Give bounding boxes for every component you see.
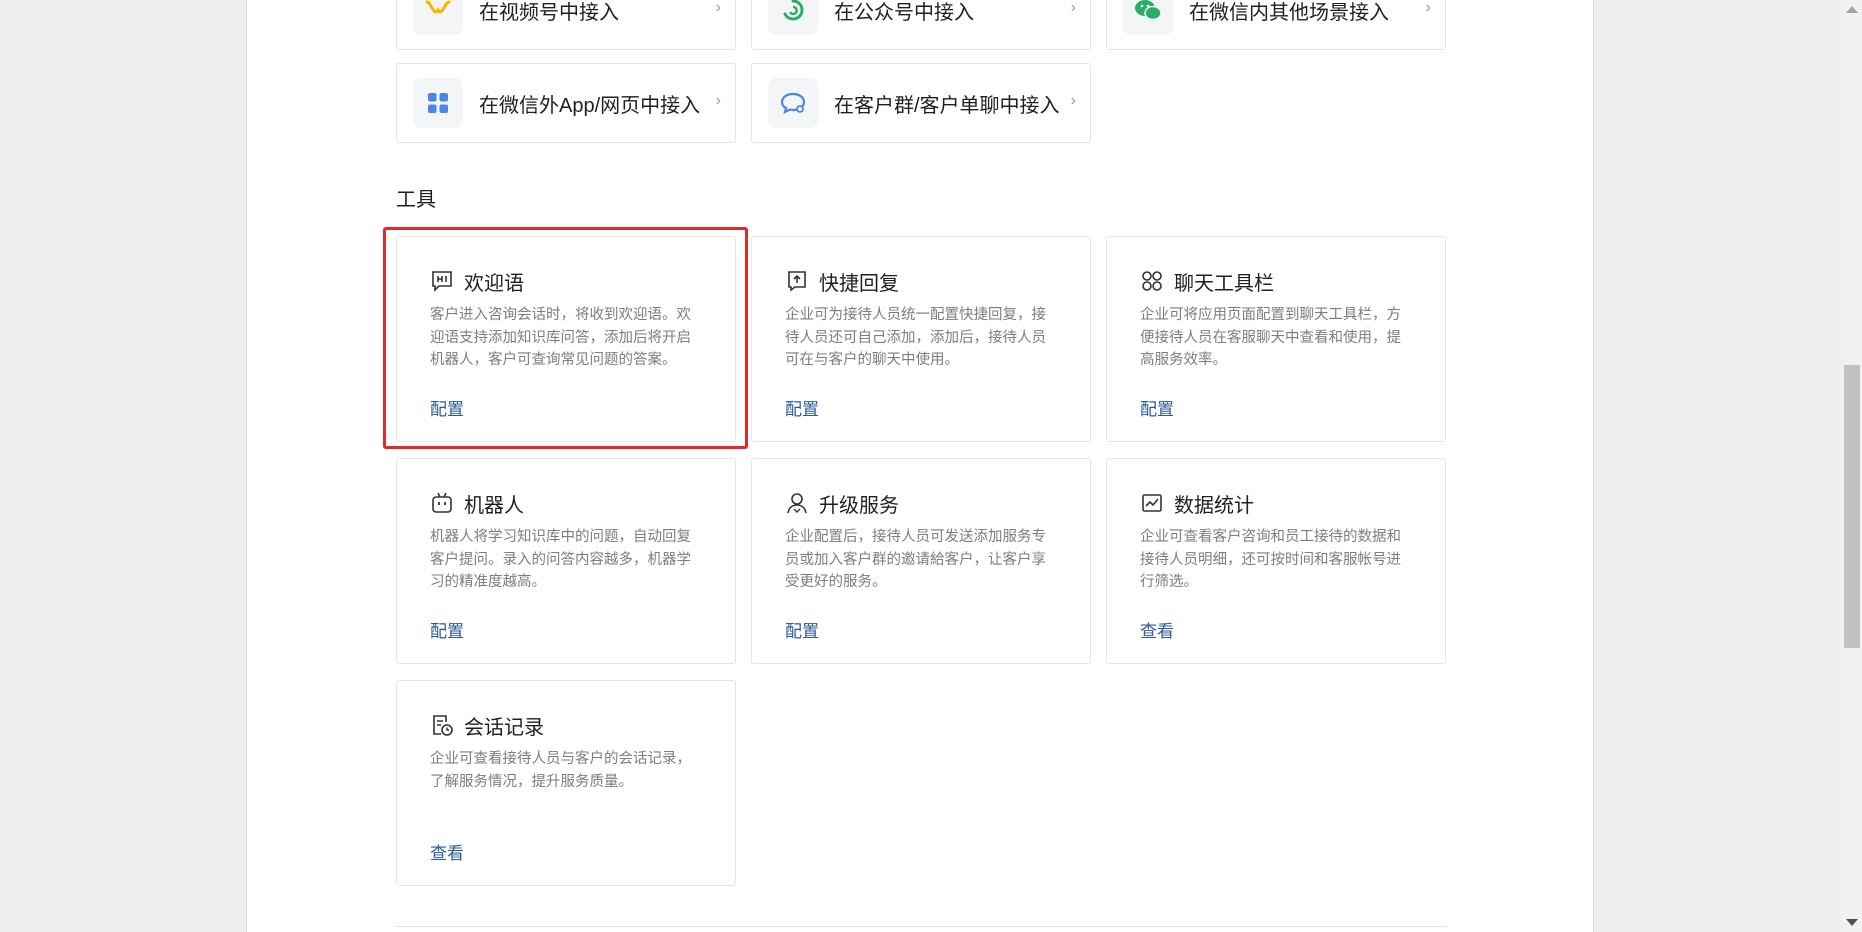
view-link[interactable]: 查看	[1140, 617, 1174, 642]
entry-label: 在公众号中接入	[834, 1, 974, 24]
entry-label: 在微信外App/网页中接入	[479, 94, 701, 117]
wechat-icon	[1123, 0, 1173, 35]
configure-link[interactable]: 配置	[785, 395, 819, 420]
entry-card-official-account[interactable]: 在公众号中接入 ›	[751, 0, 1091, 50]
main-page: 在视频号中接入 › 在公众号中接入 › 在微信内其他场景接入 › 在微信外App…	[246, 0, 1594, 932]
tool-title: 机器人	[464, 494, 524, 517]
tool-card-welcome: 欢迎语 客户进入咨询会话时，将收到欢迎语。欢迎语支持添加知识库问答，添加后将开启…	[396, 236, 736, 442]
tool-description: 企业可查看客户咨询和员工接待的数据和接待人员明细，还可按时间和客服帐号进行筛选。	[1140, 529, 1401, 590]
chat-bubble-icon	[768, 78, 818, 128]
tool-description: 企业可为接待人员统一配置快捷回复，接待人员还可自己添加，添加后，接待人员可在与客…	[785, 307, 1046, 368]
configure-link[interactable]: 配置	[430, 395, 464, 420]
chevron-right-icon: ›	[1425, 0, 1431, 16]
tool-title: 聊天工具栏	[1174, 272, 1274, 295]
chevron-right-icon: ›	[715, 0, 721, 16]
entry-label: 在微信内其他场景接入	[1189, 1, 1389, 24]
scroll-up-icon[interactable]	[1846, 6, 1858, 13]
entry-card-wechat-other[interactable]: 在微信内其他场景接入 ›	[1106, 0, 1446, 50]
section-title: 工具	[396, 189, 436, 211]
app-grid-icon	[413, 78, 463, 128]
configure-link[interactable]: 配置	[785, 617, 819, 642]
entry-label: 在视频号中接入	[479, 1, 619, 24]
upgrade-service-icon	[785, 491, 809, 515]
entry-card-customer-group[interactable]: 在客户群/客户单聊中接入 ›	[751, 63, 1091, 143]
channels-icon	[413, 0, 463, 35]
configure-link[interactable]: 配置	[1140, 395, 1174, 420]
content-area: 在视频号中接入 › 在公众号中接入 › 在微信内其他场景接入 › 在微信外App…	[396, 0, 1448, 932]
view-link[interactable]: 查看	[430, 839, 464, 864]
chevron-right-icon: ›	[1070, 0, 1076, 16]
tool-card-statistics: 数据统计 企业可查看客户咨询和员工接待的数据和接待人员明细，还可按时间和客服帐号…	[1106, 458, 1446, 664]
tool-card-chat-record: 会话记录 企业可查看接待人员与客户的会话记录，了解服务情况，提升服务质量。 查看	[396, 680, 736, 886]
official-account-icon	[768, 0, 818, 35]
chevron-right-icon: ›	[1070, 92, 1076, 109]
tool-description: 企业配置后，接待人员可发送添加服务专员或加入客户群的邀请給客户，让客户享受更好的…	[785, 529, 1046, 590]
statistics-icon	[1140, 491, 1164, 515]
entry-card-app-web[interactable]: 在微信外App/网页中接入 ›	[396, 63, 736, 143]
tool-description: 客户进入咨询会话时，将收到欢迎语。欢迎语支持添加知识库问答，添加后将开启机器人，…	[430, 307, 691, 368]
toolbar-icon	[1140, 269, 1164, 293]
quick-reply-icon	[785, 269, 809, 293]
tool-description: 企业可将应用页面配置到聊天工具栏，方便接待人员在客服聊天中查看和使用，提高服务效…	[1140, 307, 1401, 368]
scroll-down-icon[interactable]	[1846, 919, 1858, 926]
entry-label: 在客户群/客户单聊中接入	[834, 94, 1060, 117]
scroll-thumb[interactable]	[1844, 365, 1860, 648]
robot-icon	[430, 491, 454, 515]
entry-card-channels[interactable]: 在视频号中接入 ›	[396, 0, 736, 50]
tool-card-robot: 机器人 机器人将学习知识库中的问题，自动回复客户提问。录入的问答内容越多，机器学…	[396, 458, 736, 664]
tool-description: 机器人将学习知识库中的问题，自动回复客户提问。录入的问答内容越多，机器学习的精准…	[430, 529, 691, 590]
hi-message-icon	[430, 269, 454, 293]
tool-title: 会话记录	[464, 716, 544, 739]
chat-record-icon	[430, 713, 454, 737]
chevron-right-icon: ›	[715, 92, 721, 109]
tool-title: 欢迎语	[464, 272, 524, 295]
tool-card-chat-toolbar: 聊天工具栏 企业可将应用页面配置到聊天工具栏，方便接待人员在客服聊天中查看和使用…	[1106, 236, 1446, 442]
vertical-scrollbar[interactable]	[1842, 0, 1862, 932]
tool-card-quick-reply: 快捷回复 企业可为接待人员统一配置快捷回复，接待人员还可自己添加，添加后，接待人…	[751, 236, 1091, 442]
bottom-divider	[395, 926, 1447, 927]
tool-title: 升级服务	[819, 494, 899, 517]
tool-title: 数据统计	[1174, 494, 1254, 517]
tool-card-upgrade-service: 升级服务 企业配置后，接待人员可发送添加服务专员或加入客户群的邀请給客户，让客户…	[751, 458, 1091, 664]
tool-title: 快捷回复	[819, 272, 899, 295]
tool-description: 企业可查看接待人员与客户的会话记录，了解服务情况，提升服务质量。	[430, 751, 691, 790]
configure-link[interactable]: 配置	[430, 617, 464, 642]
